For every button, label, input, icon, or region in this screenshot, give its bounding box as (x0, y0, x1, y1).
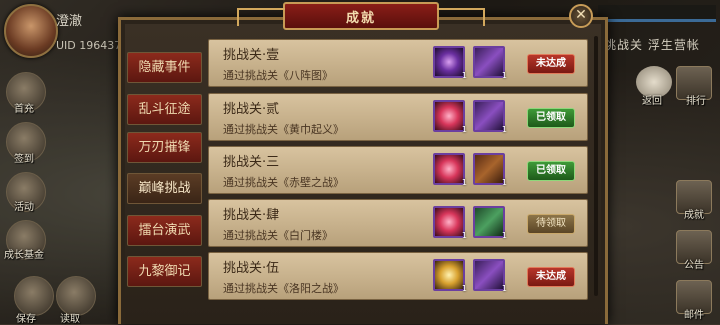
claim-button[interactable]: 待领取 (527, 214, 575, 234)
dialog-title: 成就 (345, 11, 376, 26)
achievement-desc: 通过挑战关《赤壁之战》 (223, 176, 344, 189)
event-label: 活动 (14, 202, 34, 213)
resource-bar (598, 5, 716, 22)
achievement-title: 挑战关·贰 (223, 102, 280, 117)
stage-header-text: 挑战关 浮生营帐 (604, 38, 700, 52)
load-label: 读取 (60, 314, 80, 325)
reward-count: 1 (501, 231, 507, 240)
category-jiuli-record[interactable]: 九黎御记 (127, 256, 202, 287)
category-blade-assault[interactable]: 万刃摧锋 (127, 132, 202, 163)
category-arena-drill[interactable]: 擂台演武 (127, 215, 202, 246)
reward-gem-icon[interactable]: 1 (433, 259, 467, 293)
achievement-label: 成就 (684, 210, 704, 221)
reward-book-icon[interactable]: 1 (473, 259, 507, 293)
save-label: 保存 (16, 314, 36, 325)
reward-gem-icon[interactable]: 1 (433, 153, 467, 187)
reward-count: 1 (501, 125, 507, 134)
achievement-title: 挑战关·三 (223, 155, 280, 170)
reward-gem-icon[interactable]: 1 (433, 46, 467, 80)
status-badge: 已领取 (527, 161, 575, 181)
achievement-row: 挑战关·壹 通过挑战关《八阵图》 1 1 未达成 (208, 39, 588, 87)
player-avatar[interactable] (4, 4, 58, 58)
reward-book-icon[interactable]: 1 (473, 46, 507, 80)
category-melee-journey[interactable]: 乱斗征途 (127, 94, 202, 125)
reward-count: 1 (461, 125, 467, 134)
achievement-title: 挑战关·肆 (223, 208, 280, 223)
reward-book-icon[interactable]: 1 (473, 153, 507, 187)
status-badge: 未达成 (527, 54, 575, 74)
achievement-desc: 通过挑战关《洛阳之战》 (223, 282, 344, 295)
status-badge: 已领取 (527, 108, 575, 128)
rank-label: 排行 (686, 96, 706, 107)
reward-count: 1 (461, 231, 467, 240)
achievement-title: 挑战关·伍 (223, 261, 280, 276)
reward-gem-icon[interactable]: 1 (433, 100, 467, 134)
first-recharge-label: 首充 (14, 104, 34, 115)
achievement-desc: 通过挑战关《白门楼》 (223, 229, 333, 242)
achievement-row: 挑战关·贰 通过挑战关《黄巾起义》 1 1 已领取 (208, 93, 588, 141)
reward-count: 1 (501, 284, 507, 293)
category-peak-challenge[interactable]: 巅峰挑战 (127, 173, 202, 204)
sign-in-label: 签到 (14, 154, 34, 165)
achievement-row: 挑战关·三 通过挑战关《赤壁之战》 1 1 已领取 (208, 146, 588, 194)
reward-count: 1 (461, 178, 467, 187)
close-button[interactable]: ✕ (569, 4, 593, 28)
growth-fund-label: 成长基金 (4, 250, 44, 261)
dialog-title-banner: 成就 (237, 2, 485, 30)
achievement-row: 挑战关·肆 通过挑战关《白门楼》 1 1 待领取 (208, 199, 588, 247)
reward-book-icon[interactable]: 1 (473, 206, 507, 240)
reward-count: 1 (461, 71, 467, 80)
category-hidden-events[interactable]: 隐藏事件 (127, 52, 202, 83)
list-scrollbar[interactable] (594, 36, 598, 296)
achievement-title: 挑战关·壹 (223, 48, 280, 63)
reward-book-icon[interactable]: 1 (473, 100, 507, 134)
reward-gem-icon[interactable]: 1 (433, 206, 467, 240)
return-label: 返回 (642, 96, 662, 107)
achievement-desc: 通过挑战关《黄巾起义》 (223, 123, 344, 136)
reward-count: 1 (501, 178, 507, 187)
achievement-desc: 通过挑战关《八阵图》 (223, 69, 333, 82)
notice-label: 公告 (684, 260, 704, 271)
player-name: 澄澈 (56, 14, 83, 29)
reward-count: 1 (501, 71, 507, 80)
achievement-row: 挑战关·伍 通过挑战关《洛阳之战》 1 1 未达成 (208, 252, 588, 300)
reward-count: 1 (461, 284, 467, 293)
mail-label: 邮件 (684, 310, 704, 321)
status-badge: 未达成 (527, 267, 575, 287)
